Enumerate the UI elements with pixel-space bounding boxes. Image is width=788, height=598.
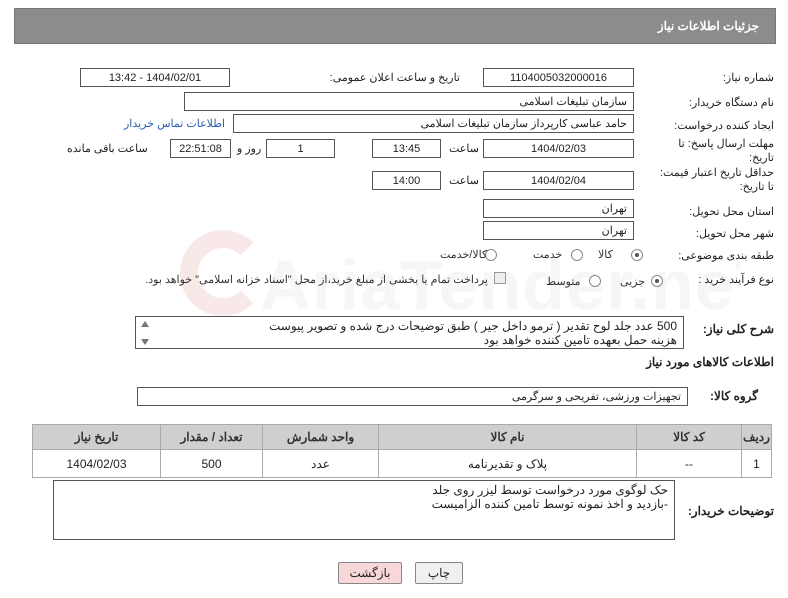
goods-group-label: گروه کالا: (710, 389, 758, 403)
reply-time-label: ساعت (449, 143, 479, 155)
price-time-label: ساعت (449, 175, 479, 187)
description-line-1: 500 عدد جلد لوح تقدیر ( ترمو داخل جیر ) … (268, 319, 677, 333)
goods-group-field[interactable]: تجهیزات ورزشی، تفریحی و سرگرمی (137, 387, 688, 406)
panel-title: جزئیات اطلاعات نیاز (657, 19, 759, 33)
remaining-time-field[interactable]: 22:51:08 (170, 139, 231, 158)
price-time-field[interactable]: 14:00 (372, 171, 441, 190)
category-radio-goods[interactable] (631, 249, 643, 261)
announce-label: تاریخ و ساعت اعلان عمومی: (329, 72, 460, 84)
reply-time-field[interactable]: 13:45 (372, 139, 441, 158)
col-unit-header: واحد شمارش (262, 424, 379, 450)
category-option-service: خدمت (533, 249, 563, 261)
col-row-header: ردیف (741, 424, 772, 450)
treasury-payment-checkbox[interactable] (494, 272, 506, 284)
need-details-page: جزئیات اطلاعات نیاز AriaTender.neT شماره… (0, 0, 788, 598)
col-name-header: نام کالا (378, 424, 637, 450)
panel-header: جزئیات اطلاعات نیاز (14, 8, 776, 44)
col-code-header: کد کالا (636, 424, 742, 450)
buyer-notes-line-1: حک لوگوی مورد درخواست توسط لیزر روی جلد (432, 483, 668, 497)
province-field[interactable]: تهران (483, 199, 634, 218)
back-button[interactable]: بازگشت (338, 562, 402, 584)
cell-name: پلاک و تقدیرنامه (378, 449, 637, 478)
city-field[interactable]: تهران (483, 221, 634, 240)
price-validity-label: حداقل تاریخ اعتبار قیمت: تا تاریخ: (660, 167, 774, 193)
days-label: روز و (237, 143, 262, 155)
buyer-notes-line-2: -بازدید و اخذ نمونه توسط تامین کننده الز… (431, 497, 668, 511)
textarea-scroll-icon[interactable] (138, 319, 150, 347)
purchase-option-minor: جزیی (620, 276, 646, 288)
reply-deadline-label: مهلت ارسال پاسخ: تا تاریخ: (678, 138, 774, 164)
remaining-label: ساعت باقی مانده (67, 143, 148, 155)
price-date-field[interactable]: 1404/02/04 (483, 171, 634, 190)
need-number-label: شماره نیاز: (722, 72, 774, 84)
table-row[interactable]: 1 -- پلاک و تقدیرنامه عدد 500 1404/02/03 (32, 449, 772, 478)
cell-code: -- (636, 449, 742, 478)
category-radio-service[interactable] (571, 249, 583, 261)
category-option-both: کالا/خدمت (440, 249, 488, 261)
col-date-header: تاریخ نیاز (32, 424, 161, 450)
treasury-payment-note: پرداخت تمام یا بخشی از مبلغ خرید،از محل … (145, 274, 488, 286)
buyer-notes-label: توضیحات خریدار: (687, 504, 774, 518)
purchase-radio-minor[interactable] (651, 275, 663, 287)
purchase-type-label: نوع فرآیند خرید : (698, 274, 774, 286)
print-button[interactable]: چاپ (415, 562, 463, 584)
need-number-field[interactable]: 1104005032000016 (483, 68, 634, 87)
creator-label: ایجاد کننده درخواست: (674, 120, 774, 132)
cell-row: 1 (741, 449, 772, 478)
province-label: استان محل تحویل: (689, 206, 774, 218)
category-label: طبقه بندی موضوعی: (678, 250, 774, 262)
goods-table: ردیف کد کالا نام کالا واحد شمارش تعداد /… (32, 424, 772, 478)
buyer-notes-textarea[interactable]: حک لوگوی مورد درخواست توسط لیزر روی جلد … (53, 480, 675, 540)
category-option-goods: کالا (598, 249, 613, 261)
cell-qty: 500 (160, 449, 263, 478)
purchase-radio-medium[interactable] (589, 275, 601, 287)
days-field[interactable]: 1 (266, 139, 335, 158)
buyer-org-label: نام دستگاه خریدار: (688, 97, 774, 109)
description-textarea[interactable]: 500 عدد جلد لوح تقدیر ( ترمو داخل جیر ) … (135, 316, 684, 349)
goods-section-title: اطلاعات کالاهای مورد نیاز (646, 355, 774, 369)
reply-date-field[interactable]: 1404/02/03 (483, 139, 634, 158)
announce-datetime-field[interactable]: 1404/02/01 - 13:42 (80, 68, 230, 87)
buyer-org-field[interactable]: سازمان تبلیغات اسلامی (184, 92, 634, 111)
col-qty-header: تعداد / مقدار (160, 424, 263, 450)
buyer-contact-link[interactable]: اطلاعات تماس خریدار (124, 117, 225, 130)
city-label: شهر محل تحویل: (695, 228, 774, 240)
creator-field[interactable]: حامد عباسی کارپرداز سازمان تبلیغات اسلام… (233, 114, 634, 133)
purchase-option-medium: متوسط (546, 276, 581, 288)
description-label: شرح کلی نیاز: (702, 322, 774, 336)
description-line-2: هزینه حمل بعهده تامین کننده خواهد بود (483, 333, 677, 347)
cell-unit: عدد (262, 449, 379, 478)
cell-date: 1404/02/03 (32, 449, 161, 478)
